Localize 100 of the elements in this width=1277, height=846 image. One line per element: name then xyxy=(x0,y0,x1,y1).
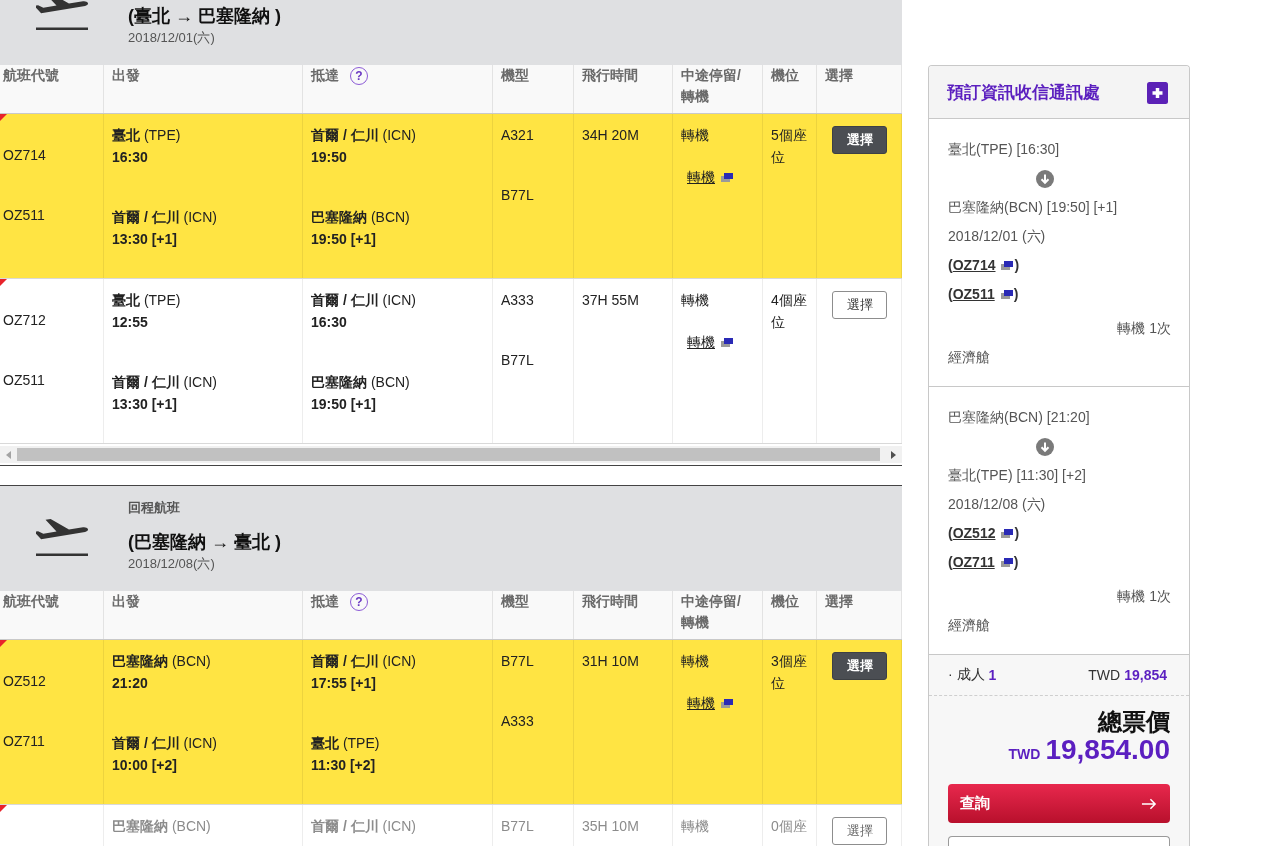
airplane-icon xyxy=(36,519,88,556)
flight-link[interactable]: (OZ512 ) xyxy=(948,519,1020,548)
window-icon xyxy=(721,337,733,347)
transfer-link[interactable]: 轉機 xyxy=(687,692,733,714)
transfer-count: 轉機 1次 xyxy=(1117,319,1171,338)
airport-name: 臺北 (TPE) xyxy=(112,126,181,145)
column-header: 飛行時間 xyxy=(582,592,638,611)
flight-row[interactable]: OZ512 OZ711 巴塞隆納 (BCN) 21:20 首爾 / 仁川 (ICN) 10:00 [+2] 首爾 / 仁川 (ICN) 17:55 [+1] 臺北 (TPE) 11:30 [+2] B77L A333 31H 10M 轉機 轉機 3個座位 選擇 xyxy=(0,640,902,805)
corner-marker-icon xyxy=(0,805,7,812)
aircraft-type: B77L xyxy=(501,351,534,370)
airport-name: 首爾 / 仁川 (ICN) xyxy=(311,817,416,836)
seat-count: 3個座位 xyxy=(771,652,808,693)
arrow-left-icon[interactable] xyxy=(6,450,11,459)
departure-time: 13:30 [+1] xyxy=(112,230,177,249)
arrival-time: 17:55 [+1] xyxy=(311,674,376,693)
flight-duration: 35H 10M xyxy=(582,817,639,836)
select-button[interactable]: 選擇 xyxy=(832,652,887,680)
flight-number: OZ714 xyxy=(3,146,46,165)
departure-time: 21:20 xyxy=(112,674,148,693)
column-header: 選擇 xyxy=(825,66,853,85)
aircraft-type: B77L xyxy=(501,186,534,205)
passenger-count: 1 xyxy=(988,667,997,683)
column-header: 機位 xyxy=(771,592,799,611)
flight-number: OZ711 xyxy=(3,732,45,751)
airport-name: 巴塞隆納 (BCN) xyxy=(112,652,211,671)
search-button[interactable]: 查詢 xyxy=(948,784,1170,823)
flight-duration: 31H 10M xyxy=(582,652,639,671)
airport-name: 首爾 / 仁川 (ICN) xyxy=(311,291,416,310)
route-title: (巴塞隆納 → 臺北 ) xyxy=(128,531,281,554)
passenger-type: · 成人 xyxy=(948,666,985,684)
arrow-right-icon xyxy=(1141,797,1157,810)
route-date: 2018/12/08(六) xyxy=(128,555,215,573)
flight-row[interactable]: OZ714 OZ511 臺北 (TPE) 16:30 首爾 / 仁川 (ICN) 13:30 [+1] 首爾 / 仁川 (ICN) 19:50 巴塞隆納 (BCN) 19:50 [+1] A321 B77L 34H 20M 轉機 轉機 5個座位 選擇 xyxy=(0,114,902,279)
airport-name: 巴塞隆納 (BCN) xyxy=(311,373,410,392)
arrow-right-icon[interactable] xyxy=(891,450,896,459)
flight-row[interactable]: OZ712 OZ511 臺北 (TPE) 12:55 首爾 / 仁川 (ICN) 13:30 [+1] 首爾 / 仁川 (ICN) 16:30 巴塞隆納 (BCN) 19:50 [+1] A333 B77L 37H 55M 轉機 轉機 4個座位 選擇 xyxy=(0,279,902,444)
window-icon xyxy=(1000,558,1013,567)
itinerary-origin: 臺北(TPE) [16:30] xyxy=(948,140,1060,159)
transfer-count: 轉機 1次 xyxy=(1117,587,1171,606)
column-header: 機型 xyxy=(501,66,529,85)
arrival-time: 16:30 xyxy=(311,313,347,332)
stop-type: 轉機 xyxy=(681,291,709,310)
transfer-link[interactable]: 轉機 xyxy=(687,166,733,188)
column-header: 航班代號 xyxy=(3,66,59,85)
flight-number: OZ512 xyxy=(3,672,46,691)
flight-link[interactable]: (OZ511 ) xyxy=(948,280,1019,309)
column-header: 機位 xyxy=(771,66,799,85)
airport-name: 巴塞隆納 (BCN) xyxy=(311,208,410,227)
flight-duration: 34H 20M xyxy=(582,126,639,145)
flight-duration: 37H 55M xyxy=(582,291,639,310)
total-currency: TWD xyxy=(1008,745,1041,764)
transfer-link[interactable]: 轉機 xyxy=(687,331,733,353)
column-header: 中途停留/ 轉機 xyxy=(681,592,741,632)
flight-number: OZ712 xyxy=(3,311,46,330)
seat-count: 5個座位 xyxy=(771,126,808,167)
select-button[interactable]: 選擇 xyxy=(832,291,887,319)
cabin-class: 經濟艙 xyxy=(948,616,990,635)
airport-name: 臺北 (TPE) xyxy=(112,291,181,310)
horizontal-scrollbar[interactable] xyxy=(0,446,902,463)
section-label: 回程航班 xyxy=(128,499,180,517)
column-header: 航班代號 xyxy=(3,592,59,611)
select-button[interactable]: 選擇 xyxy=(832,126,887,154)
total-label: 總票價 xyxy=(1098,708,1170,736)
arrival-time: 11:30 [+2] xyxy=(311,756,376,775)
secondary-button[interactable] xyxy=(948,836,1170,846)
aircraft-type: B77L xyxy=(501,817,534,836)
airport-name: 首爾 / 仁川 (ICN) xyxy=(112,208,217,227)
itinerary-destination: 巴塞隆納(BCN) [19:50] [+1] xyxy=(948,198,1118,217)
arrow-down-icon xyxy=(1036,437,1054,456)
itinerary-destination: 臺北(TPE) [11:30] [+2] xyxy=(948,466,1086,485)
flight-link[interactable]: (OZ711 ) xyxy=(948,548,1019,577)
departure-time: 12:55 xyxy=(112,313,148,332)
aircraft-type: A333 xyxy=(501,712,534,731)
flight-link[interactable]: (OZ714 ) xyxy=(948,251,1020,280)
departure-time: 16:30 xyxy=(112,148,148,167)
fare-amount: 19,854 xyxy=(1124,667,1167,683)
airport-name: 首爾 / 仁川 (ICN) xyxy=(311,652,416,671)
airport-name: 首爾 / 仁川 (ICN) xyxy=(112,373,217,392)
plus-icon[interactable] xyxy=(1147,82,1168,104)
airport-name: 首爾 / 仁川 (ICN) xyxy=(311,126,416,145)
scrollbar-thumb[interactable] xyxy=(17,448,880,461)
stop-type: 轉機 xyxy=(681,817,709,836)
itinerary-date: 2018/12/01 (六) xyxy=(948,227,1046,246)
column-header: 選擇 xyxy=(825,592,853,611)
column-header: 機型 xyxy=(501,592,529,611)
airplane-icon xyxy=(36,0,88,30)
column-header: 飛行時間 xyxy=(582,66,638,85)
aircraft-type: B77L xyxy=(501,652,534,671)
column-header: 抵達 xyxy=(311,66,339,85)
flight-number: OZ511 xyxy=(3,371,45,390)
stop-type: 轉機 xyxy=(681,652,709,671)
corner-marker-icon xyxy=(0,114,7,121)
cabin-class: 經濟艙 xyxy=(948,348,990,367)
window-icon xyxy=(721,698,733,708)
itinerary-date: 2018/12/08 (六) xyxy=(948,495,1046,514)
arrival-time: 19:50 [+1] xyxy=(311,395,376,414)
total-amount: 19,854.00 xyxy=(1045,736,1170,764)
itinerary-origin: 巴塞隆納(BCN) [21:20] xyxy=(948,408,1090,427)
arrival-time: 19:50 xyxy=(311,148,347,167)
window-icon xyxy=(1001,261,1014,270)
